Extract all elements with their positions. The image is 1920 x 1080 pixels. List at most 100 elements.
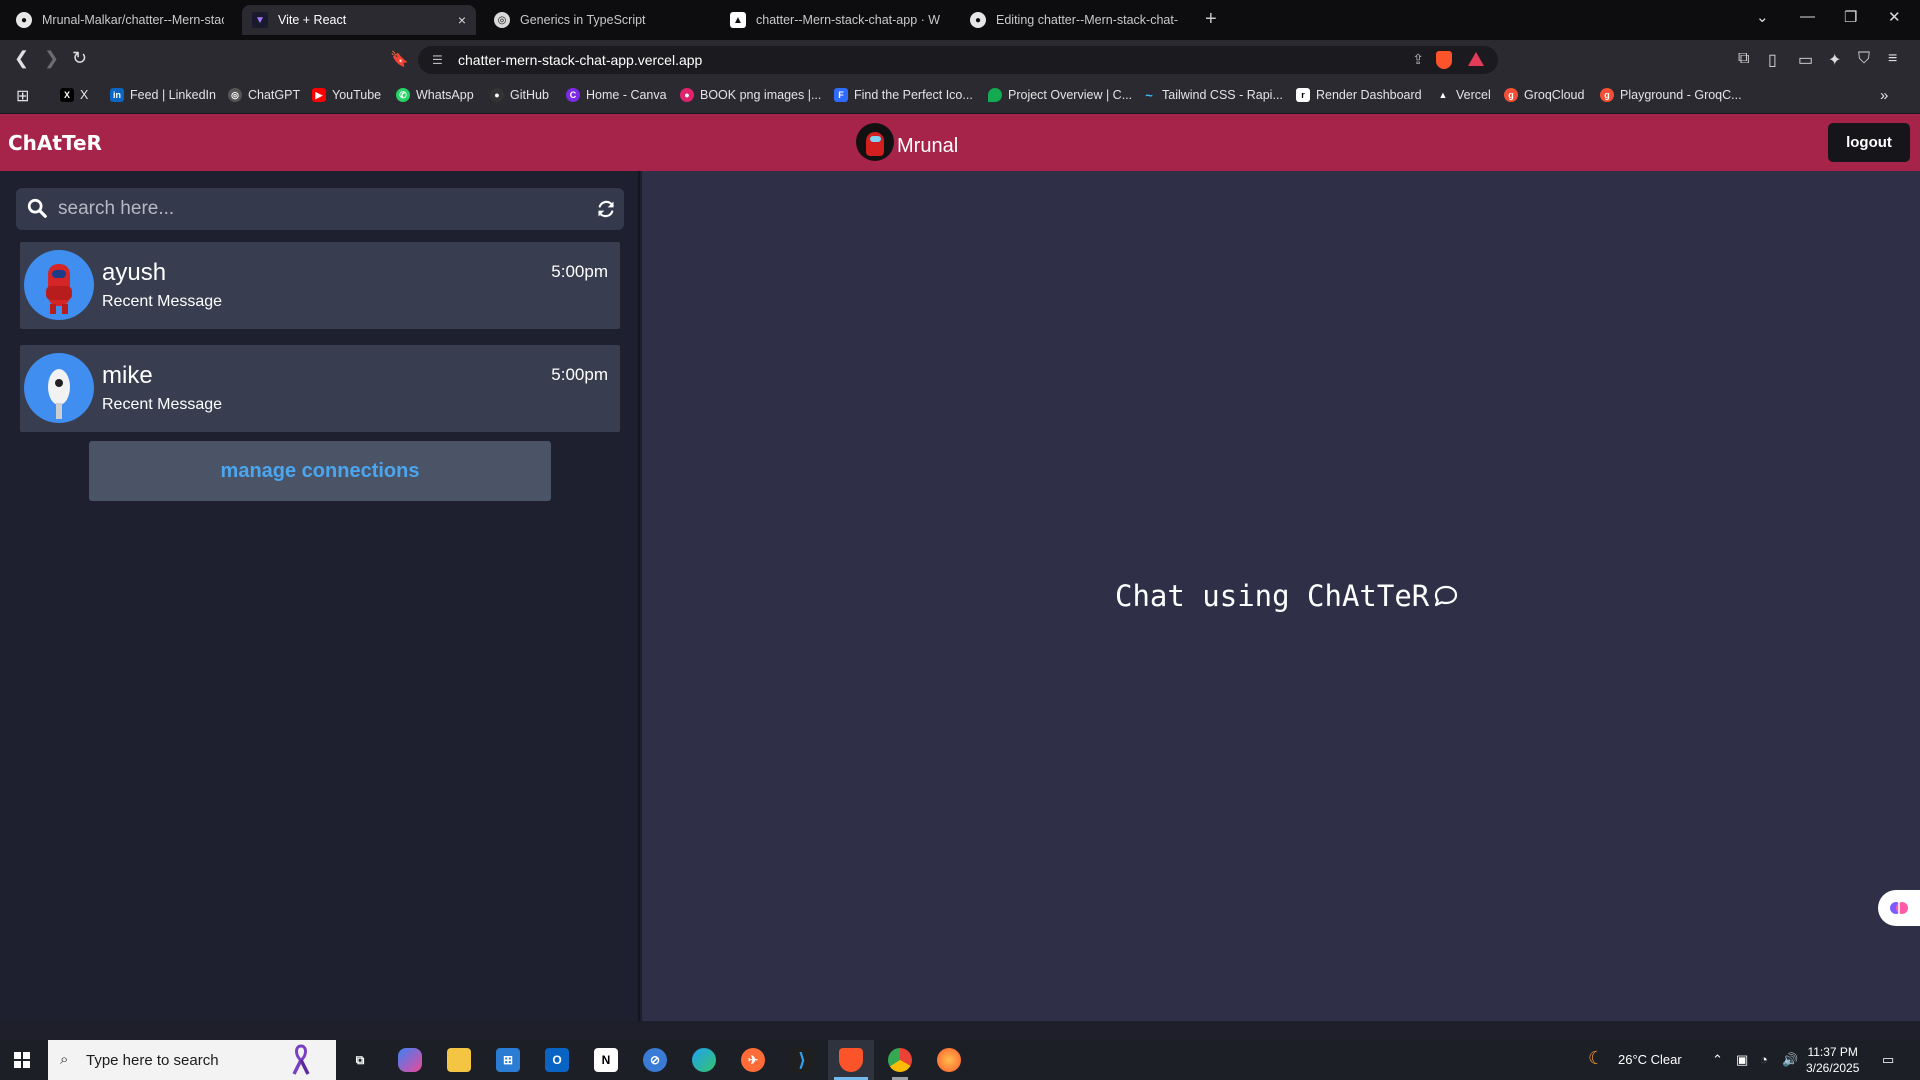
bookmark-tailwind[interactable]: ~ Tailwind CSS - Rapi... — [1142, 88, 1283, 103]
bookmark-render[interactable]: r Render Dashboard — [1296, 88, 1422, 102]
contact-item-ayush[interactable]: ayush Recent Message 5:00pm — [20, 242, 620, 329]
bookmark-label: GroqCloud — [1524, 88, 1585, 102]
apps-grid-icon[interactable]: ⊞ — [16, 86, 29, 106]
browser-tab-generics[interactable]: ◎ Generics in TypeScript — [484, 5, 710, 35]
search-input[interactable] — [58, 194, 578, 224]
avatar-white-robot-icon — [48, 369, 70, 419]
browser-tab-vite-react[interactable]: ▼ Vite + React × — [242, 5, 476, 35]
vpn-shield-icon[interactable]: ⛉ — [1858, 50, 1870, 68]
bookmark-label: YouTube — [332, 88, 382, 102]
postman-icon[interactable]: ✈ — [741, 1048, 765, 1072]
avatar — [24, 353, 94, 423]
bookmark-x[interactable]: XX — [60, 88, 88, 102]
browser-tab-vercel[interactable]: ▲ chatter--Mern-stack-chat-app · We — [720, 5, 950, 35]
sidebar-toggle-icon[interactable]: ▯ — [1768, 50, 1777, 70]
copilot-icon[interactable] — [398, 1048, 422, 1072]
browser-tab-github-repo[interactable]: ● Mrunal-Malkar/chatter--Mern-stack — [6, 5, 234, 35]
contact-name: mike — [102, 362, 153, 389]
bookmark-vercel[interactable]: ▲ Vercel — [1436, 88, 1491, 102]
brave-icon[interactable] — [839, 1048, 863, 1072]
chrome-icon[interactable] — [888, 1048, 912, 1072]
file-explorer-icon[interactable] — [447, 1048, 471, 1072]
share-icon[interactable]: ⇪ — [1412, 51, 1424, 68]
forward-icon[interactable]: ❯ — [44, 48, 59, 69]
bookmark-groqcloud[interactable]: g GroqCloud — [1504, 88, 1584, 102]
bookmark-flaticon[interactable]: F Find the Perfect Ico... — [834, 88, 973, 102]
brave-rewards-icon[interactable] — [1468, 52, 1484, 66]
chat-sidebar: ayush Recent Message 5:00pm mike Recent … — [0, 171, 640, 1021]
close-window-icon[interactable]: ✕ — [1888, 8, 1901, 26]
avatar — [24, 250, 94, 320]
flaticon-icon: F — [834, 88, 848, 102]
bookmark-icon[interactable]: 🔖 — [390, 50, 409, 68]
tab-title: Mrunal-Malkar/chatter--Mern-stack — [42, 13, 224, 27]
windows-start-icon[interactable] — [14, 1052, 30, 1068]
edge-icon[interactable] — [692, 1048, 716, 1072]
tab-search-chevron-icon[interactable]: ⌄ — [1756, 8, 1769, 26]
chat-bubble-icon — [1435, 585, 1458, 607]
brain-icon — [1890, 902, 1908, 914]
bookmark-chatgpt[interactable]: ◎ ChatGPT — [228, 88, 300, 102]
reload-icon[interactable]: ↻ — [72, 48, 87, 69]
manage-connections-button[interactable]: manage connections — [89, 441, 551, 501]
system-clock[interactable]: 11:37 PM 3/26/2025 — [1806, 1044, 1859, 1076]
refresh-icon[interactable] — [596, 199, 616, 219]
task-view-icon[interactable]: ⧉ — [348, 1048, 372, 1072]
brand-logo[interactable]: ChAtTeR — [8, 131, 102, 155]
logout-button[interactable]: logout — [1828, 123, 1910, 162]
network-icon[interactable]: ◔ — [1760, 1052, 1768, 1067]
minimize-icon[interactable]: — — [1800, 8, 1815, 25]
bookmark-linkedin[interactable]: in Feed | LinkedIn — [110, 88, 216, 102]
bookmark-whatsapp[interactable]: ✆ WhatsApp — [396, 88, 474, 102]
notion-icon[interactable]: N — [594, 1048, 618, 1072]
browser-tab-editing-readme[interactable]: ● Editing chatter--Mern-stack-chat-a — [960, 5, 1188, 35]
weather-icon[interactable]: ☾ — [1588, 1048, 1604, 1069]
taskbar-search[interactable]: ⌕ Type here to search — [48, 1040, 336, 1080]
github-icon: ● — [490, 88, 504, 102]
current-user[interactable]: Mrunal — [856, 123, 958, 161]
menu-icon[interactable]: ≡ — [1888, 50, 1897, 68]
bookmark-label: Render Dashboard — [1316, 88, 1422, 102]
bookmarks-bar: ⊞ XX in Feed | LinkedIn ◎ ChatGPT ▶ YouTube… — [0, 80, 1920, 114]
contact-item-mike[interactable]: mike Recent Message 5:00pm — [20, 345, 620, 432]
bookmark-canva[interactable]: C Home - Canva — [566, 88, 667, 102]
site-info-icon[interactable]: ☰ — [432, 53, 443, 67]
bookmark-groq-playground[interactable]: g Playground - GroqC... — [1600, 88, 1742, 102]
show-hidden-icons-chevron-icon[interactable]: ⌃ — [1712, 1052, 1723, 1068]
contact-last-message: Recent Message — [102, 396, 223, 413]
address-bar[interactable]: ☰ chatter-mern-stack-chat-app.vercel.app… — [418, 46, 1498, 74]
firefox-icon[interactable] — [937, 1048, 961, 1072]
back-icon[interactable]: ❮ — [14, 48, 29, 69]
groq-icon: g — [1504, 88, 1518, 102]
bookmark-label: Feed | LinkedIn — [130, 88, 216, 102]
wallet-icon[interactable]: ▭ — [1798, 50, 1813, 70]
volume-icon[interactable]: 🔊 — [1782, 1052, 1798, 1068]
avatar — [856, 123, 894, 161]
brave-shields-icon[interactable] — [1436, 51, 1452, 69]
bookmark-github[interactable]: ● GitHub — [490, 88, 549, 102]
tailwind-icon: ~ — [1142, 88, 1156, 103]
welcome-message: Chat using ChAtTeR — [1115, 579, 1459, 613]
new-tab-button[interactable]: + — [1205, 8, 1217, 31]
floating-extension-button[interactable] — [1878, 890, 1920, 926]
weather-text[interactable]: 26°C Clear — [1618, 1052, 1682, 1067]
notifications-icon[interactable]: ▭ — [1882, 1052, 1894, 1068]
bookmark-pngtree[interactable]: ● BOOK png images |... — [680, 88, 821, 102]
vercel-icon: ▲ — [730, 12, 746, 28]
tab-title: Editing chatter--Mern-stack-chat-a — [996, 13, 1178, 27]
bookmark-label: WhatsApp — [416, 88, 474, 102]
leo-ai-icon[interactable]: ✦ — [1828, 50, 1841, 70]
outlook-icon[interactable]: O — [545, 1048, 569, 1072]
whatsapp-icon: ✆ — [396, 88, 410, 102]
extensions-icon[interactable]: ⧉ — [1738, 50, 1749, 68]
restore-icon[interactable]: ❐ — [1844, 8, 1857, 26]
more-bookmarks-icon[interactable]: » — [1880, 87, 1888, 104]
browser-tab-bar: ● Mrunal-Malkar/chatter--Mern-stack ▼ Vi… — [0, 0, 1920, 40]
microsoft-store-icon[interactable]: ⊞ — [496, 1048, 520, 1072]
bookmark-mongodb[interactable]: Project Overview | C... — [988, 88, 1132, 102]
vscode-icon[interactable]: ⟩ — [790, 1048, 814, 1072]
bookmark-youtube[interactable]: ▶ YouTube — [312, 88, 381, 102]
app-icon[interactable]: ⊘ — [643, 1048, 667, 1072]
close-tab-icon[interactable]: × — [458, 12, 466, 28]
meet-now-icon[interactable]: ▣ — [1736, 1052, 1748, 1068]
